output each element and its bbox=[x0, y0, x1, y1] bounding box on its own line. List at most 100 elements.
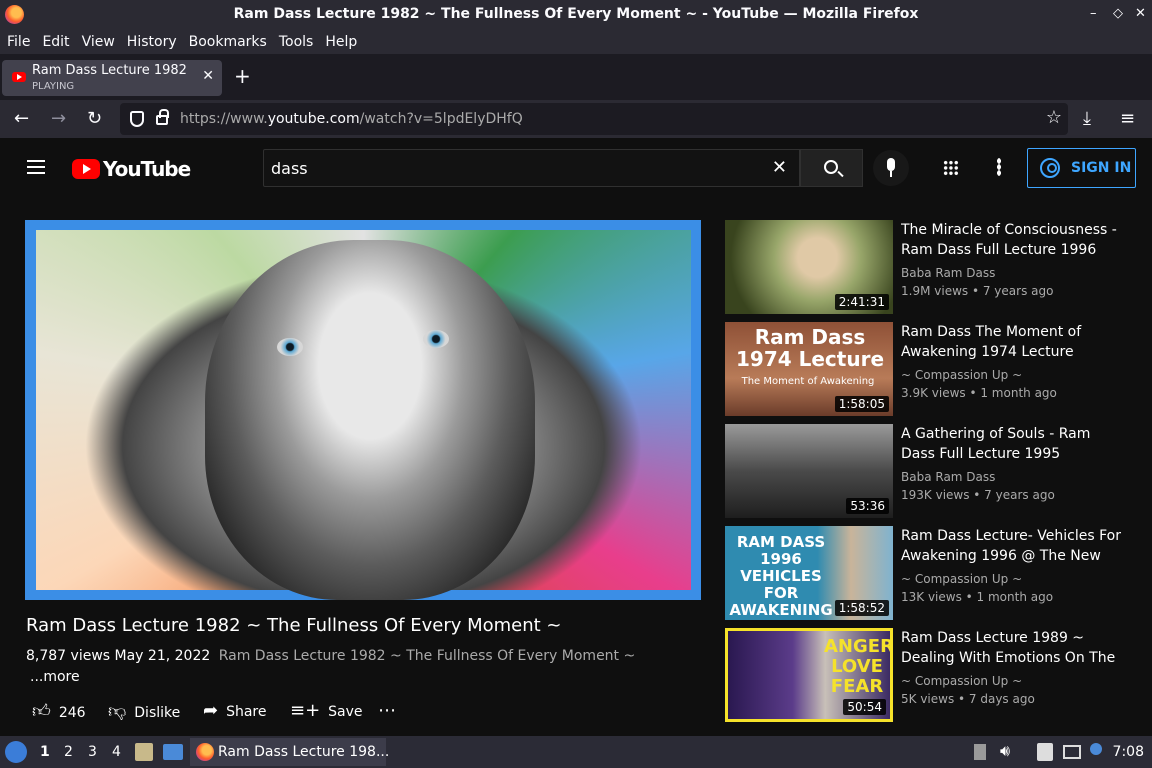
workspace-2[interactable]: 2 bbox=[64, 744, 73, 760]
menu-view[interactable]: View bbox=[82, 34, 115, 50]
show-more-link[interactable]: ...more bbox=[30, 669, 80, 685]
notification-icon[interactable] bbox=[1090, 743, 1102, 755]
related-channel[interactable]: Baba Ram Dass bbox=[901, 470, 995, 484]
tab-title: Ram Dass Lecture 1982 bbox=[32, 63, 187, 78]
youtube-favicon-icon bbox=[12, 72, 26, 82]
share-button[interactable]: ➦ Share bbox=[203, 700, 267, 721]
workspace-3[interactable]: 3 bbox=[88, 744, 97, 760]
tab-strip: Ram Dass Lecture 1982 PLAYING ✕ + bbox=[0, 54, 1152, 100]
related-stats: 193K views • 7 years ago bbox=[901, 488, 1055, 502]
playlist-add-icon: ≡+ bbox=[290, 700, 321, 721]
save-button[interactable]: ≡+ Save bbox=[290, 700, 363, 721]
related-title[interactable]: Ram Dass The Moment of Awakening 1974 Le… bbox=[901, 322, 1121, 362]
network-icon[interactable] bbox=[1063, 745, 1081, 759]
menu-edit[interactable]: Edit bbox=[42, 34, 69, 50]
video-thumbnail[interactable]: ANGER LOVE FEAR 50:54 bbox=[725, 628, 893, 722]
minimize-button[interactable]: – bbox=[1090, 6, 1097, 21]
navigation-toolbar: ← → ↻ https://www.youtube.com/watch?v=5l… bbox=[0, 100, 1152, 138]
menu-help[interactable]: Help bbox=[325, 34, 357, 50]
search-button[interactable] bbox=[800, 149, 863, 187]
thumbnail-overlay-text: ANGER LOVE FEAR bbox=[824, 636, 893, 697]
guide-menu-icon[interactable] bbox=[27, 160, 45, 174]
related-channel[interactable]: ~ Compassion Up ~ bbox=[901, 674, 1022, 688]
related-video[interactable]: RAM DASS 1996 VEHICLES FOR AWAKENING 1:5… bbox=[725, 526, 1145, 622]
volume-icon[interactable]: 🔊︎ bbox=[1000, 741, 1010, 761]
video-thumbnail[interactable]: 53:36 bbox=[725, 424, 893, 518]
sign-in-button[interactable]: SIGN IN bbox=[1027, 148, 1136, 188]
left-eye bbox=[277, 338, 303, 356]
desktop-icon[interactable] bbox=[163, 744, 183, 760]
window-title: Ram Dass Lecture 1982 ~ The Fullness Of … bbox=[233, 6, 919, 22]
duration-badge: 1:58:52 bbox=[834, 600, 889, 616]
more-actions-icon[interactable]: ⋯ bbox=[378, 700, 404, 721]
workspace-1[interactable]: 1 bbox=[40, 744, 50, 760]
video-actions: 👍︎ 246 👎︎ Dislike ➦ Share ≡+ Save ⋯ bbox=[0, 698, 700, 722]
duration-badge: 50:54 bbox=[843, 699, 886, 715]
youtube-header: YouTube dass ✕ SIGN IN bbox=[0, 138, 1152, 198]
forward-icon[interactable]: → bbox=[51, 108, 66, 129]
video-player[interactable] bbox=[25, 220, 701, 600]
related-title[interactable]: Ram Dass Lecture- Vehicles For Awakening… bbox=[901, 526, 1121, 566]
lock-icon[interactable] bbox=[156, 109, 169, 125]
menu-file[interactable]: File bbox=[7, 34, 30, 50]
downloads-icon[interactable]: ⤓ bbox=[1083, 108, 1091, 129]
tab-status: PLAYING bbox=[32, 81, 75, 92]
reload-icon[interactable]: ↻ bbox=[87, 108, 102, 129]
duration-badge: 2:41:31 bbox=[834, 294, 889, 310]
bookmark-star-icon[interactable]: ☆ bbox=[1046, 107, 1062, 128]
menu-bar: File Edit View History Bookmarks Tools H… bbox=[0, 30, 1152, 54]
apps-grid-icon[interactable] bbox=[943, 160, 959, 176]
thumbnail-overlay-subtext: The Moment of Awakening bbox=[741, 376, 875, 387]
related-channel[interactable]: ~ Compassion Up ~ bbox=[901, 572, 1022, 586]
related-video[interactable]: ANGER LOVE FEAR 50:54 Ram Dass Lecture 1… bbox=[725, 628, 1145, 724]
menu-history[interactable]: History bbox=[127, 34, 177, 50]
related-video[interactable]: Ram Dass 1974 Lecture The Moment of Awak… bbox=[725, 322, 1145, 418]
video-thumbnail[interactable]: 2:41:31 bbox=[725, 220, 893, 314]
clock: 7:08 bbox=[1112, 744, 1144, 760]
related-title[interactable]: Ram Dass Lecture 1989 ~ Dealing With Emo… bbox=[901, 628, 1121, 668]
search-input[interactable]: dass ✕ bbox=[263, 149, 800, 187]
related-title[interactable]: The Miracle of Consciousness - Ram Dass … bbox=[901, 220, 1121, 260]
related-video[interactable]: 53:36 A Gathering of Souls - Ram Dass Fu… bbox=[725, 424, 1145, 520]
more-options-icon[interactable] bbox=[997, 158, 1001, 176]
browser-tab[interactable]: Ram Dass Lecture 1982 PLAYING ✕ bbox=[2, 60, 222, 96]
url-text[interactable]: https://www.youtube.com/watch?v=5lpdElyD… bbox=[180, 111, 523, 127]
clipboard-icon[interactable] bbox=[974, 744, 986, 760]
close-button[interactable]: ✕ bbox=[1135, 6, 1146, 21]
voice-search-icon[interactable] bbox=[873, 150, 909, 186]
desktop-taskbar: 1 2 3 4 Ram Dass Lecture 198... 🔊︎ 7:08 bbox=[0, 736, 1152, 768]
related-video[interactable]: 2:41:31 The Miracle of Consciousness - R… bbox=[725, 220, 1145, 316]
account-icon bbox=[1040, 158, 1060, 178]
video-portrait bbox=[205, 240, 535, 600]
back-icon[interactable]: ← bbox=[14, 108, 29, 129]
menu-bookmarks[interactable]: Bookmarks bbox=[189, 34, 267, 50]
tab-close-icon[interactable]: ✕ bbox=[202, 68, 214, 84]
related-channel[interactable]: Baba Ram Dass bbox=[901, 266, 995, 280]
menu-tools[interactable]: Tools bbox=[279, 34, 314, 50]
video-thumbnail[interactable]: Ram Dass 1974 Lecture The Moment of Awak… bbox=[725, 322, 893, 416]
new-tab-icon[interactable]: + bbox=[234, 64, 251, 88]
related-channel[interactable]: ~ Compassion Up ~ bbox=[901, 368, 1022, 382]
taskbar-firefox-window[interactable]: Ram Dass Lecture 198... bbox=[190, 738, 389, 766]
video-thumbnail[interactable]: RAM DASS 1996 VEHICLES FOR AWAKENING 1:5… bbox=[725, 526, 893, 620]
search-value: dass bbox=[271, 159, 308, 178]
share-icon: ➦ bbox=[203, 700, 219, 721]
clear-search-icon[interactable]: ✕ bbox=[772, 157, 787, 178]
video-meta[interactable]: 8,787 views May 21, 2022 Ram Dass Lectur… bbox=[26, 648, 635, 664]
notes-icon[interactable] bbox=[1037, 743, 1053, 761]
related-title[interactable]: A Gathering of Souls - Ram Dass Full Lec… bbox=[901, 424, 1121, 464]
thumbnail-overlay-text: Ram Dass 1974 Lecture bbox=[735, 325, 885, 371]
youtube-logo[interactable]: YouTube bbox=[72, 157, 191, 181]
app-menu-icon[interactable]: ≡ bbox=[1120, 108, 1135, 129]
right-eye bbox=[423, 330, 449, 348]
maximize-button[interactable]: ◇ bbox=[1113, 6, 1123, 21]
dislike-button[interactable]: 👎︎ Dislike bbox=[108, 700, 180, 722]
url-bar[interactable]: https://www.youtube.com/watch?v=5lpdElyD… bbox=[120, 103, 1068, 135]
workspace-4[interactable]: 4 bbox=[112, 744, 121, 760]
tracking-shield-icon[interactable] bbox=[130, 111, 144, 127]
search-icon bbox=[824, 160, 838, 174]
like-button[interactable]: 👍︎ 246 bbox=[32, 700, 86, 722]
file-manager-icon[interactable] bbox=[135, 743, 153, 761]
related-stats: 5K views • 7 days ago bbox=[901, 692, 1035, 706]
start-menu-icon[interactable] bbox=[5, 741, 27, 763]
